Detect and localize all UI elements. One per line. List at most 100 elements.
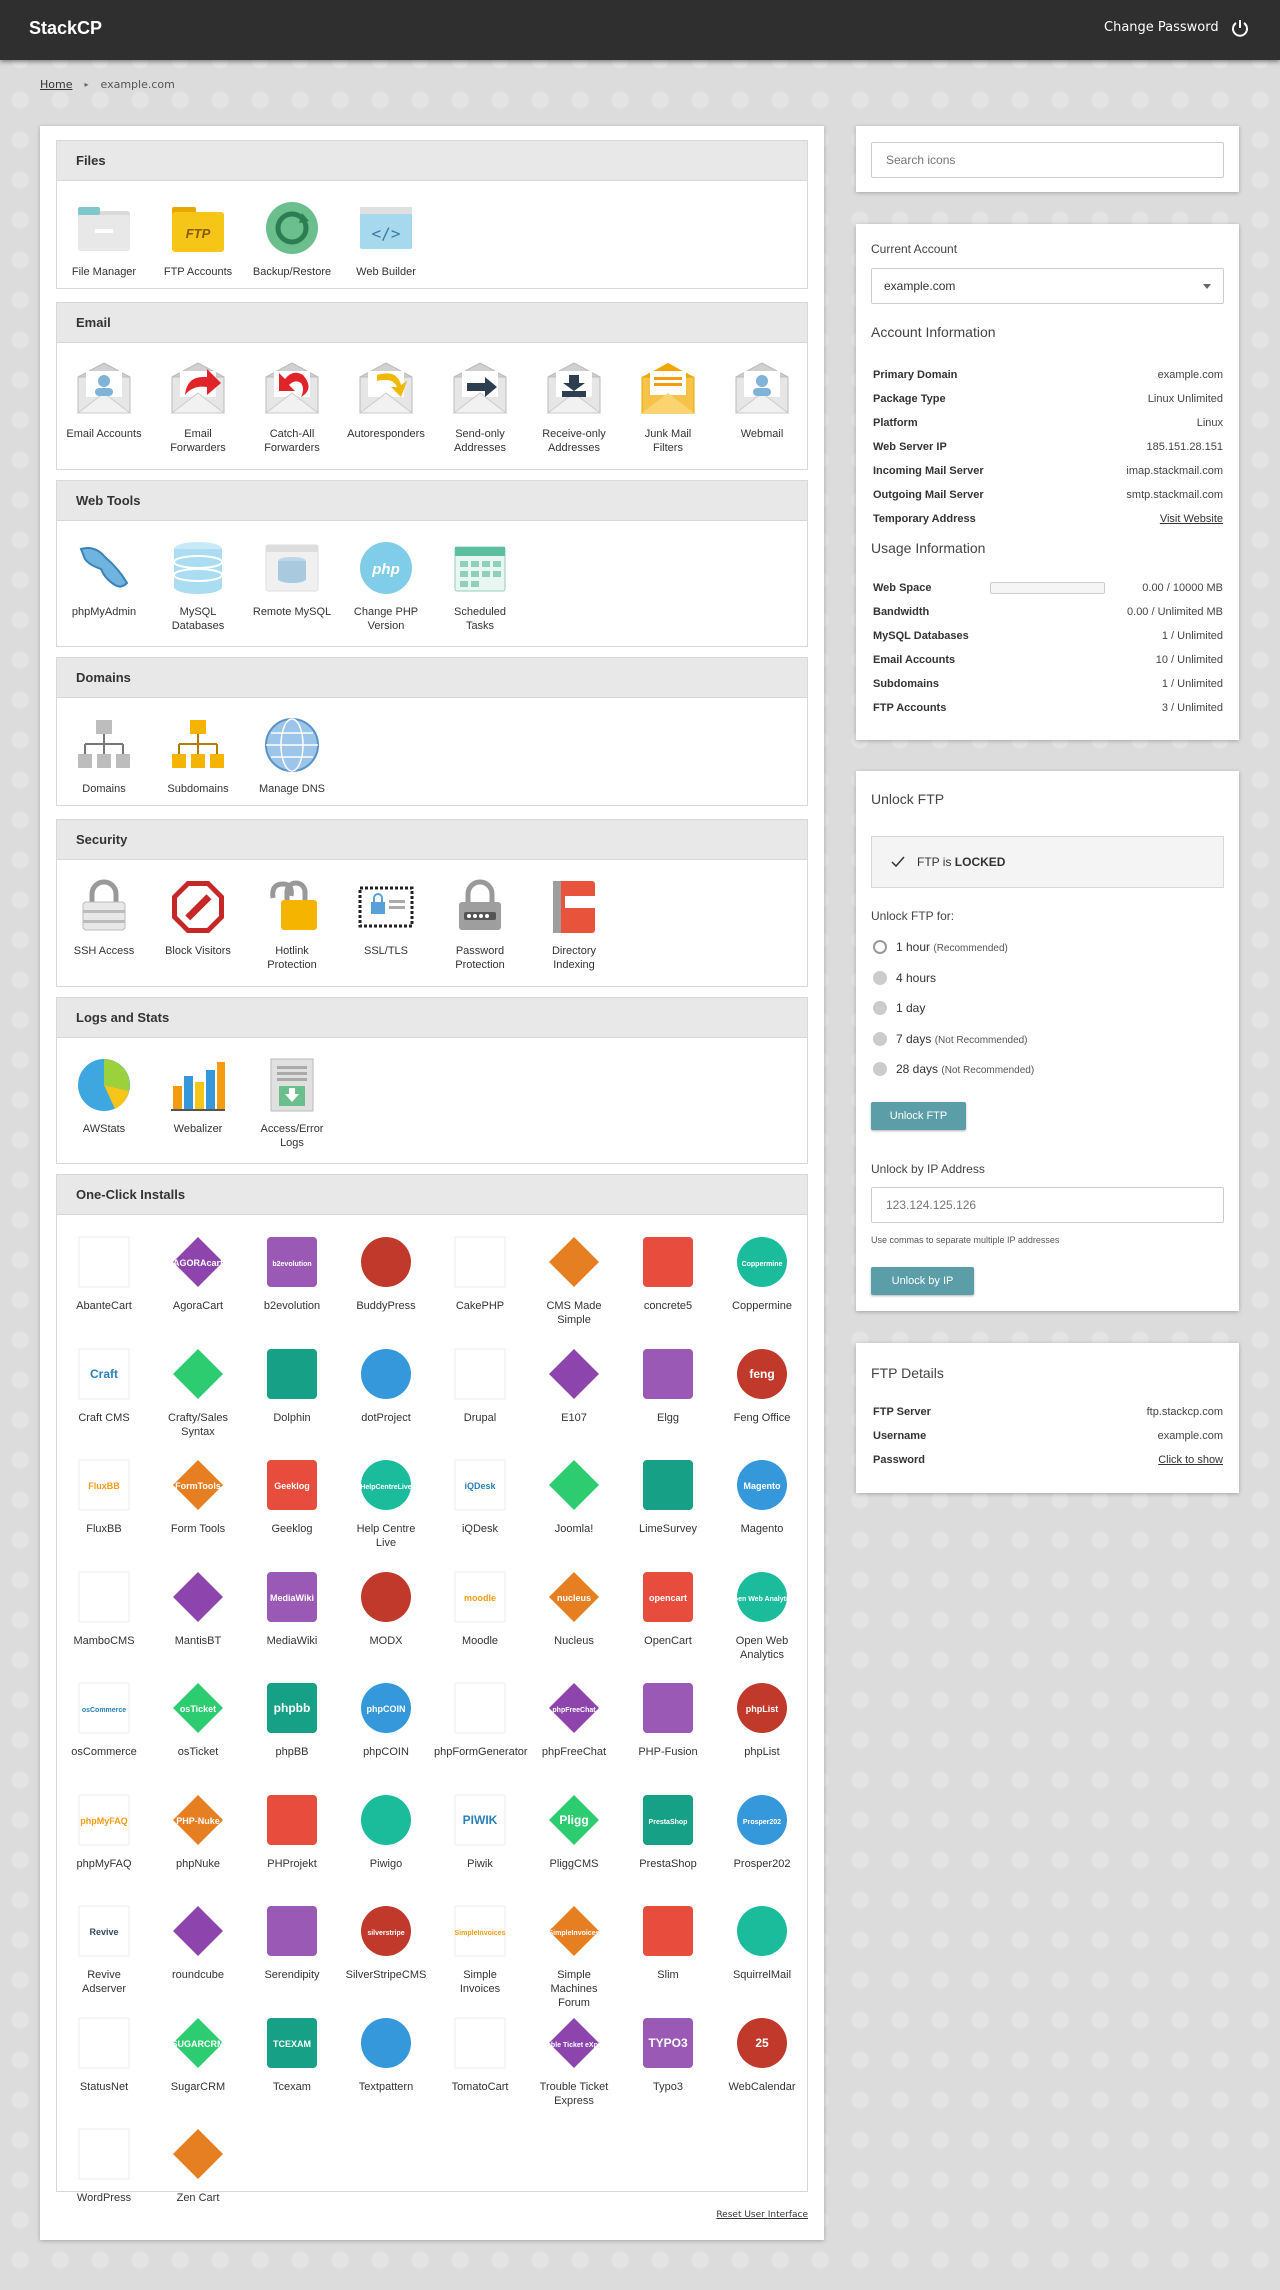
app-serendipity[interactable]: Serendipity [246,1902,338,1982]
app-fluxbb[interactable]: FluxBB FluxBB [58,1456,150,1536]
app-cms-made-simple[interactable]: CMS Made Simple [528,1233,620,1327]
app-coppermine[interactable]: Coppermine Coppermine [716,1233,808,1313]
app-simple-machines-forum[interactable]: SimpleInvoices Simple Machines Forum [528,1902,620,2010]
app-php-fusion[interactable]: PHP-Fusion [622,1679,714,1759]
app-tcexam[interactable]: TCEXAM Tcexam [246,2014,338,2094]
app-receive-only-addresses[interactable]: Receive-only Addresses [528,361,620,455]
app-oscommerce[interactable]: osCommerce osCommerce [58,1679,150,1759]
app-osticket[interactable]: osTicket osTicket [152,1679,244,1759]
app-ssl-tls[interactable]: SSL/TLS [340,878,432,958]
app-concrete5[interactable]: concrete5 [622,1233,714,1313]
app-nucleus[interactable]: nucleus Nucleus [528,1568,620,1648]
app-modx[interactable]: MODX [340,1568,432,1648]
app-webmail[interactable]: Webmail [716,361,808,441]
change-password-link[interactable]: Change Password [1104,20,1219,35]
app-slim[interactable]: Slim [622,1902,714,1982]
app-phpmyadmin[interactable]: phpMyAdmin [58,539,150,619]
app-ssh-access[interactable]: SSH Access [58,878,150,958]
app-craft-cms[interactable]: Craft Craft CMS [58,1345,150,1425]
app-phpmyfaq[interactable]: phpMyFAQ phpMyFAQ [58,1791,150,1871]
app-textpattern[interactable]: Textpattern [340,2014,432,2094]
app-pliggcms[interactable]: Pligg PliggCMS [528,1791,620,1871]
app-dotproject[interactable]: dotProject [340,1345,432,1425]
ip-address-input[interactable] [871,1187,1224,1223]
app-open-web-analytics[interactable]: Open Web AnalyticsOpen WebAnalytics [716,1568,808,1662]
app-b2evolution[interactable]: b2evolution b2evolution [246,1233,338,1313]
app-webalizer[interactable]: Webalizer [152,1056,244,1136]
unlock-option-1-hour[interactable]: 1 hour (Recommended) [873,940,1008,954]
app-elgg[interactable]: Elgg [622,1345,714,1425]
app-typo3[interactable]: TYPO3 Typo3 [622,2014,714,2094]
app-backup-restore[interactable]: Backup/Restore [246,199,338,279]
app-trouble-ticket-express[interactable]: Trouble Ticket eXpress Trouble TicketExpr… [528,2014,620,2108]
app-crafty-sales-syntax[interactable]: Crafty/Sales Syntax [152,1345,244,1439]
app-iqdesk[interactable]: iQDesk iQDesk [434,1456,526,1536]
app-prestashop[interactable]: PrestaShop PrestaShop [622,1791,714,1871]
app-help-centre-live[interactable]: HelpCentreLive Help Centre Live [340,1456,432,1550]
app-subdomains[interactable]: Subdomains [152,716,244,796]
app-mambocms[interactable]: MamboCMS [58,1568,150,1648]
app-ftp-accounts[interactable]: FTP FTP Accounts [152,199,244,279]
app-simple-invoices[interactable]: SimpleInvoices Simple Invoices [434,1902,526,1996]
unlock-option-28-days[interactable]: 28 days (Not Recommended) [873,1062,1034,1076]
unlock-ftp-button[interactable]: Unlock FTP [871,1102,966,1130]
app-feng-office[interactable]: feng Feng Office [716,1345,808,1425]
radio-button[interactable] [873,970,887,985]
app-domains[interactable]: Domains [58,716,150,796]
unlock-by-ip-button[interactable]: Unlock by IP [871,1267,974,1295]
app-piwigo[interactable]: Piwigo [340,1791,432,1871]
app-tomatocart[interactable]: TomatoCart [434,2014,526,2094]
app-phpbb[interactable]: phpbb phpBB [246,1679,338,1759]
app-change-php-version[interactable]: php Change PHP Version [340,539,432,633]
unlock-option-7-days[interactable]: 7 days (Not Recommended) [873,1031,1028,1046]
app-mysql-databases[interactable]: MySQL Databases [152,539,244,633]
app-piwik[interactable]: PIWIK Piwik [434,1791,526,1871]
app-e107[interactable]: E107 [528,1345,620,1425]
app-phpfreechat[interactable]: phpFreeChat phpFreeChat [528,1679,620,1759]
app-phplist[interactable]: phpList phpList [716,1679,808,1759]
app-hotlink-protection[interactable]: Hotlink Protection [246,878,338,972]
app-phpformgenerator[interactable]: phpFormGenerator [434,1679,528,1759]
app-mantisbt[interactable]: MantisBT [152,1568,244,1648]
app-moodle[interactable]: moodle Moodle [434,1568,526,1648]
app-prosper202[interactable]: Prosper202 Prosper202 [716,1791,808,1871]
app-silverstripecms[interactable]: silverstripe SilverStripeCMS [340,1902,432,1982]
radio-button[interactable] [873,940,887,954]
app-magento[interactable]: Magento Magento [716,1456,808,1536]
app-catch-all-forwarders[interactable]: Catch-All Forwarders [246,361,338,455]
radio-button[interactable] [873,1062,887,1076]
app-phpcoin[interactable]: phpCOIN phpCOIN [340,1679,432,1759]
app-geeklog[interactable]: Geeklog Geeklog [246,1456,338,1536]
unlock-option-1-day[interactable]: 1 day [873,1001,925,1015]
show-password-link[interactable]: Click to show [1158,1454,1223,1466]
app-scheduled-tasks[interactable]: Scheduled Tasks [434,539,526,633]
power-icon[interactable] [1230,18,1250,38]
radio-button[interactable] [873,1001,887,1015]
brand-logo[interactable]: StackCP [29,18,102,39]
app-block-visitors[interactable]: Block Visitors [152,878,244,958]
app-webcalendar[interactable]: 25 WebCalendar [716,2014,808,2094]
app-phprojekt[interactable]: PHProjekt [246,1791,338,1871]
app-access-error-logs[interactable]: Access/Error Logs [246,1056,338,1150]
app-opencart[interactable]: opencart OpenCart [622,1568,714,1648]
app-phpnuke[interactable]: PHP-Nuke phpNuke [152,1791,244,1871]
visit-website-link[interactable]: Visit Website [1160,513,1223,525]
app-file-manager[interactable]: File Manager [58,199,150,279]
radio-button[interactable] [873,1031,887,1046]
app-cakephp[interactable]: CakePHP [434,1233,526,1313]
app-squirrelmail[interactable]: SquirrelMail [716,1902,808,1982]
app-awstats[interactable]: AWStats [58,1056,150,1136]
app-revive-adserver[interactable]: Revive Revive Adserver [58,1902,150,1996]
app-junk-mail-filters[interactable]: Junk Mail Filters [622,361,714,455]
app-manage-dns[interactable]: Manage DNS [246,716,338,796]
app-abantecart[interactable]: AbanteCart [58,1233,150,1313]
app-agoracart[interactable]: AGORAcart AgoraCart [152,1233,244,1313]
unlock-option-4-hours[interactable]: 4 hours [873,970,936,985]
app-autoresponders[interactable]: Autoresponders [340,361,432,441]
app-sugarcrm[interactable]: SUGARCRM SugarCRM [152,2014,244,2094]
account-select[interactable]: example.com [871,268,1224,304]
app-buddypress[interactable]: BuddyPress [340,1233,432,1313]
app-drupal[interactable]: Drupal [434,1345,526,1425]
app-zen-cart[interactable]: Zen Cart [152,2125,244,2205]
app-wordpress[interactable]: WordPress [58,2125,150,2205]
